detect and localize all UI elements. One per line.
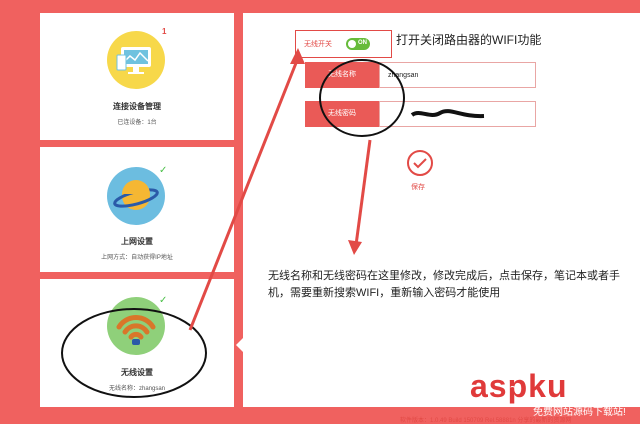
ssid-input[interactable]: zhangsan <box>379 62 536 88</box>
card-subtitle: 上网方式：自动获得IP地址 <box>101 255 173 261</box>
instruction-note: 无线名称和无线密码在这里修改，修改完成后，点击保存，笔记本或者手机，需要重新搜索… <box>268 270 620 299</box>
wireless-toggle[interactable]: ON <box>346 38 370 50</box>
monitor-icon <box>107 31 165 89</box>
internet-settings-card[interactable]: ✓ 上网设置 上网方式：自动获得IP地址 <box>40 147 234 272</box>
check-icon <box>413 158 427 169</box>
save-button[interactable] <box>407 150 433 176</box>
redaction-scribble <box>410 109 485 119</box>
checkmark-icon: ✓ <box>159 295 168 306</box>
toggle-knob <box>348 40 356 48</box>
panel-pointer <box>236 338 243 352</box>
password-input[interactable] <box>379 101 536 127</box>
wifi-switch-description: 打开关闭路由器的WIFI功能 <box>396 33 542 47</box>
wireless-settings-card[interactable]: ✓ 无线设置 无线名称：zhangsan <box>40 279 234 407</box>
card-title: 无线设置 <box>121 368 153 377</box>
watermark-tld: .net <box>612 378 628 388</box>
password-label: 无线密码 <box>305 101 379 127</box>
card-title: 连接设备管理 <box>113 102 161 111</box>
save-label: 保存 <box>411 184 425 191</box>
ssid-label: 无线名称 <box>305 62 379 88</box>
planet-icon <box>107 167 165 225</box>
card-title: 上网设置 <box>121 237 153 246</box>
toggle-state: ON <box>358 40 367 46</box>
wireless-switch-label: 无线开关 <box>304 41 332 48</box>
device-count-badge: 1 <box>162 27 167 36</box>
card-subtitle: 已连设备：1台 <box>117 120 157 126</box>
card-subtitle: 无线名称：zhangsan <box>108 386 166 392</box>
connected-devices-card[interactable]: 1 连接设备管理 已连设备：1台 <box>40 13 234 140</box>
checkmark-icon: ✓ <box>159 165 168 176</box>
watermark-brand: aspku <box>470 368 568 404</box>
wifi-icon <box>107 297 165 355</box>
wireless-switch-row: 无线开关 ON <box>295 30 392 58</box>
